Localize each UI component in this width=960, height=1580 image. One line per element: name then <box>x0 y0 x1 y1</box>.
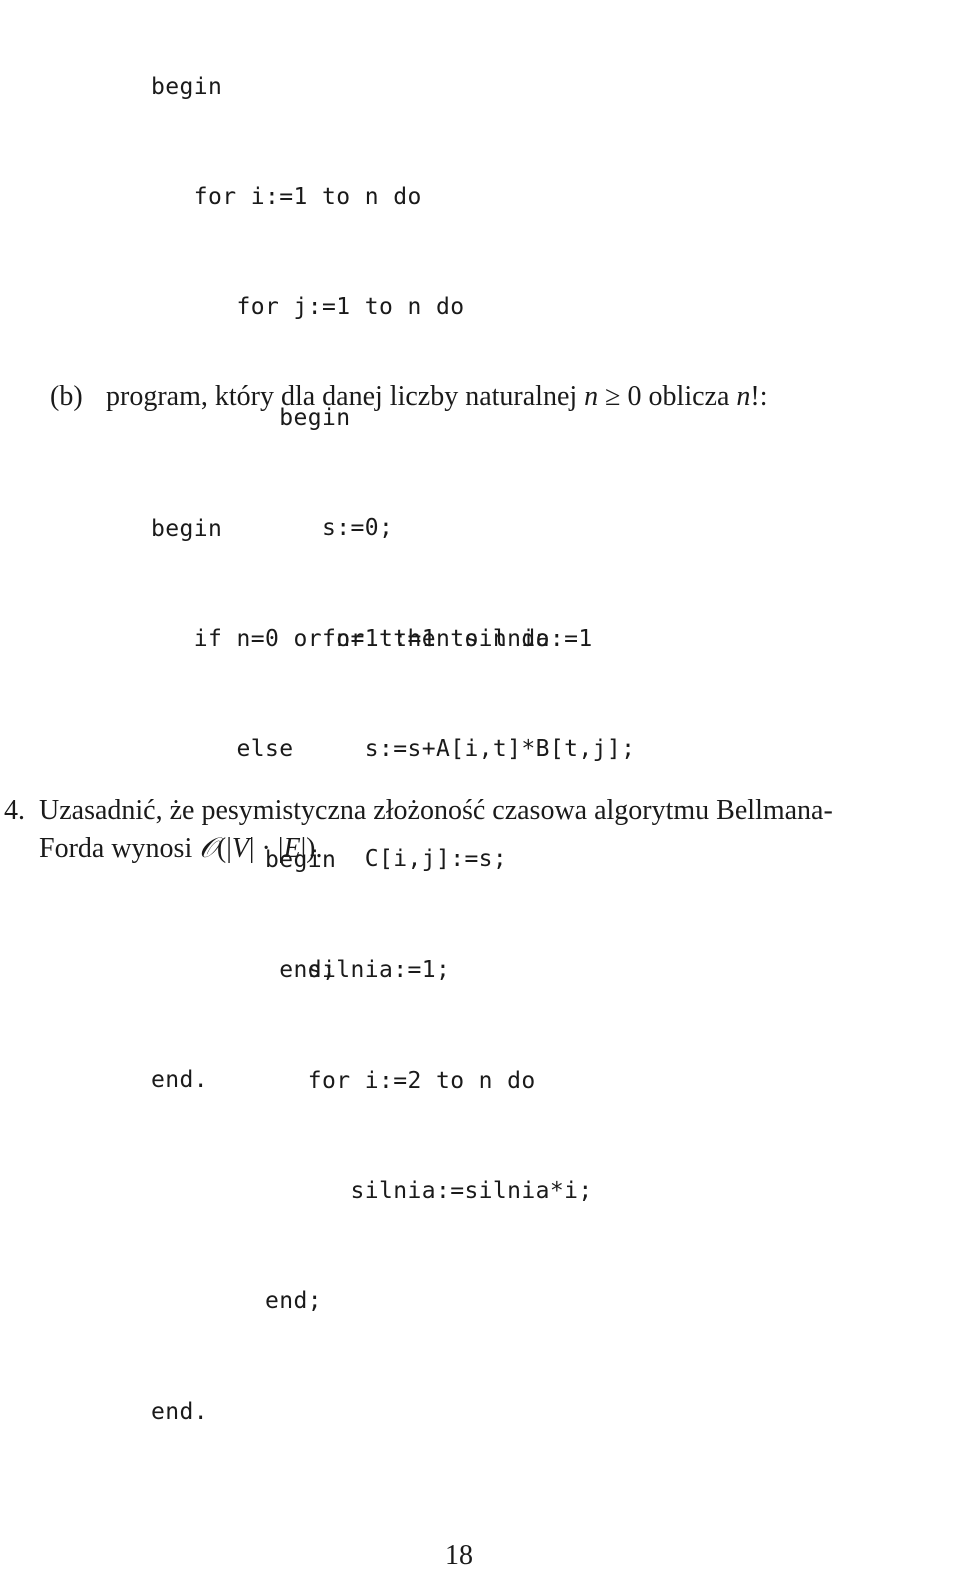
code-line: else <box>151 736 294 763</box>
code-line: end. <box>151 1398 208 1425</box>
item-label: (b) <box>50 381 83 412</box>
code-line: begin <box>151 515 223 542</box>
math-paren: (| <box>216 833 232 864</box>
code-line: if n=0 or n=1 then silnia:=1 <box>151 625 593 652</box>
item-text: program, który dla danej liczby naturaln… <box>106 381 585 412</box>
big-o-symbol: 𝒪 <box>199 831 217 864</box>
task-text: Forda wynosi <box>39 833 200 864</box>
page-number: 18 <box>445 1540 473 1571</box>
code-line: for i:=2 to n do <box>151 1067 536 1094</box>
math-variable-n: n <box>736 381 751 412</box>
math-operator: | · | <box>248 833 284 864</box>
task-text-line-2: Forda wynosi 𝒪(|V| · |E|). <box>39 829 323 867</box>
math-variable-v: V <box>231 833 249 864</box>
code-line: end; <box>151 1288 322 1315</box>
item-text: !: <box>750 381 768 412</box>
code-line: begin <box>151 73 223 100</box>
item-text: oblicza <box>648 381 737 412</box>
code-line: silnia:=1; <box>151 957 451 984</box>
math-paren: |). <box>300 833 323 864</box>
math-relation: ≥ 0 <box>598 381 649 412</box>
task-number: 4. <box>4 795 25 826</box>
code-line: for j:=1 to n do <box>151 294 465 321</box>
exercise-item-b: (b) program, który dla danej liczby natur… <box>50 381 768 413</box>
code-block-factorial: begin if n=0 or n=1 then silnia:=1 else … <box>151 437 593 1467</box>
task-text-line-1: Uzasadnić, że pesymistyczna złożoność cz… <box>39 795 833 826</box>
math-variable-e: E <box>283 833 301 864</box>
code-line: for i:=1 to n do <box>151 183 422 210</box>
code-line: silnia:=silnia*i; <box>151 1177 593 1204</box>
math-variable-n: n <box>584 381 599 412</box>
